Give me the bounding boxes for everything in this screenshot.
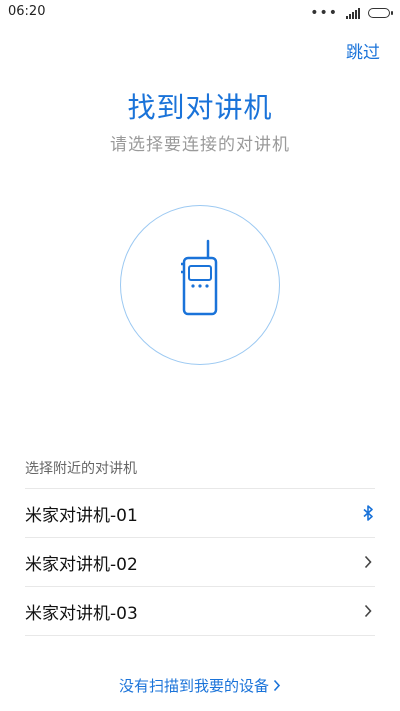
walkie-talkie-icon bbox=[181, 239, 218, 316]
device-item-label: 米家对讲机-01 bbox=[25, 505, 138, 526]
device-item-03[interactable]: 米家对讲机-03 bbox=[25, 586, 375, 636]
device-not-found-link[interactable]: 没有扫描到我要的设备 bbox=[0, 675, 400, 696]
status-icons: ••• bbox=[310, 5, 393, 21]
device-not-found-label: 没有扫描到我要的设备 bbox=[118, 677, 269, 695]
bluetooth-icon bbox=[361, 505, 375, 521]
battery-icon bbox=[368, 8, 393, 18]
device-item-label: 米家对讲机-02 bbox=[25, 554, 138, 575]
device-list: 米家对讲机-01 米家对讲机-02 米家对讲机-03 bbox=[25, 488, 375, 636]
signal-icon bbox=[346, 7, 360, 19]
chevron-right-icon bbox=[273, 678, 281, 696]
page-title: 找到对讲机 bbox=[127, 91, 273, 124]
device-item-02[interactable]: 米家对讲机-02 bbox=[25, 537, 375, 586]
skip-button[interactable]: 跳过 bbox=[346, 38, 380, 63]
chevron-right-icon bbox=[361, 603, 375, 619]
device-item-label: 米家对讲机-03 bbox=[25, 603, 138, 624]
chevron-right-icon bbox=[361, 554, 375, 570]
device-item-01[interactable]: 米家对讲机-01 bbox=[25, 488, 375, 537]
status-time: 06:20 bbox=[8, 4, 46, 19]
page-subtitle: 请选择要连接的对讲机 bbox=[110, 135, 290, 155]
nearby-devices-label: 选择附近的对讲机 bbox=[25, 461, 137, 477]
more-dots-icon: ••• bbox=[310, 5, 338, 21]
status-bar: 06:20 ••• bbox=[0, 0, 400, 26]
